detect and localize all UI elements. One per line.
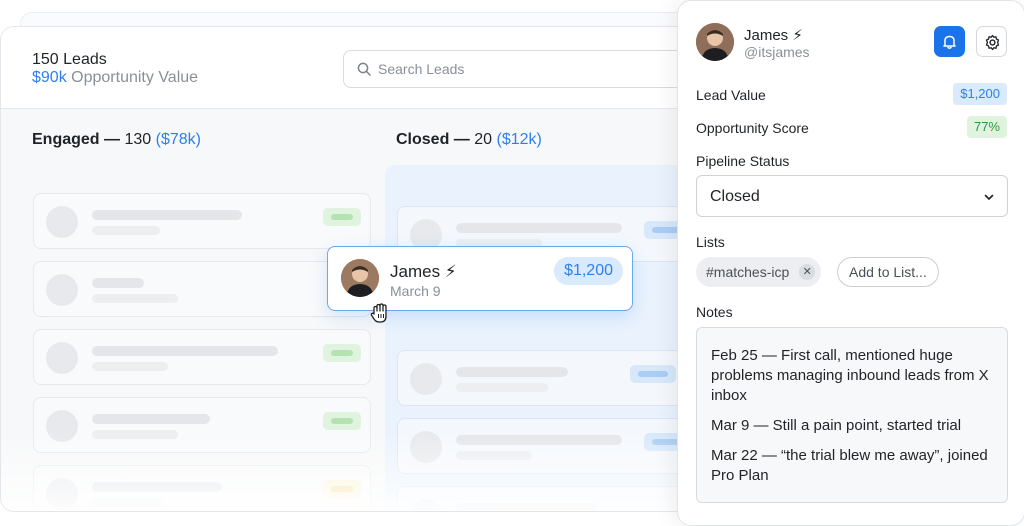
text-placeholder (92, 210, 242, 220)
gear-icon (985, 34, 1000, 51)
column-count: 130 (124, 131, 152, 148)
lead-value-label: Lead Value (696, 87, 766, 103)
leads-count: 150 Leads (32, 51, 107, 68)
list-tag-label: #matches-icp (706, 264, 790, 280)
lead-name: James ⚡ (390, 262, 457, 281)
bell-icon (943, 35, 956, 49)
avatar-placeholder (410, 363, 442, 395)
note-entry: Mar 9 — Still a pain point, started tria… (711, 417, 962, 434)
column-amount: ($12k) (496, 131, 542, 148)
lead-card-placeholder[interactable] (33, 193, 371, 249)
bottom-fade (1, 431, 719, 511)
value-pill-placeholder (323, 344, 361, 362)
remove-tag-icon[interactable]: ✕ (799, 264, 816, 280)
avatar (696, 23, 734, 61)
opportunity-label: Opportunity Value (71, 69, 199, 86)
settings-button[interactable] (976, 26, 1007, 57)
opportunity-value: $90k Opportunity Value (32, 69, 198, 87)
avatar-photo (696, 23, 734, 61)
pipeline-status-select[interactable]: Closed (696, 175, 1008, 217)
avatar-placeholder (46, 206, 78, 238)
note-entry: Feb 25 — First call, mentioned huge prob… (711, 347, 989, 404)
board-header: 150 Leads $90k Opportunity Value Search … (1, 27, 719, 109)
notes-label: Notes (696, 304, 733, 320)
avatar-placeholder (46, 274, 78, 306)
add-to-list-button[interactable]: Add to List... (837, 257, 939, 287)
opportunity-score-badge: 77% (966, 116, 1007, 138)
list-tag: #matches-icp ✕ (696, 257, 822, 287)
column-label: Closed — (396, 131, 470, 148)
text-placeholder (456, 223, 622, 233)
search-placeholder: Search Leads (378, 61, 465, 77)
column-count: 20 (474, 131, 493, 148)
column-title-engaged: Engaged — 130 ($78k) (32, 131, 201, 149)
column-amount: ($78k) (155, 131, 201, 148)
text-placeholder (92, 278, 144, 288)
search-input[interactable]: Search Leads (343, 50, 719, 88)
lead-card-placeholder[interactable] (397, 350, 719, 406)
note-entry: Mar 22 — “the trial blew me away”, joine… (711, 447, 988, 484)
user-name: James ⚡ (744, 27, 803, 44)
lead-detail-panel: James ⚡ @itsjames Lead Value $1,200 Oppo… (677, 0, 1024, 526)
chevron-down-icon (984, 194, 994, 200)
text-placeholder (456, 367, 568, 377)
notifications-button[interactable] (934, 26, 965, 57)
search-icon (357, 62, 371, 76)
value-pill-placeholder (630, 365, 676, 383)
text-placeholder (92, 226, 160, 235)
text-placeholder (92, 294, 178, 303)
column-label: Engaged — (32, 131, 121, 148)
lead-card-placeholder[interactable] (33, 329, 371, 385)
text-placeholder (92, 346, 278, 356)
pipeline-status-value: Closed (710, 188, 760, 205)
avatar (341, 259, 379, 297)
lead-value-badge: $1,200 (953, 83, 1007, 105)
notes-textarea[interactable]: Feb 25 — First call, mentioned huge prob… (696, 327, 1008, 503)
text-placeholder (92, 362, 168, 371)
lead-value-badge: $1,200 (554, 257, 623, 285)
column-title-closed: Closed — 20 ($12k) (396, 131, 542, 149)
avatar-placeholder (46, 342, 78, 374)
lead-card-placeholder[interactable] (33, 261, 371, 317)
user-handle: @itsjames (744, 44, 810, 60)
opportunity-score-label: Opportunity Score (696, 120, 809, 136)
value-pill-placeholder (323, 412, 361, 430)
lists-label: Lists (696, 234, 725, 250)
value-pill-placeholder (323, 208, 361, 226)
text-placeholder (456, 383, 548, 392)
text-placeholder (92, 414, 210, 424)
lead-date: March 9 (390, 283, 441, 299)
pipeline-status-label: Pipeline Status (696, 153, 790, 169)
opportunity-amount: $90k (32, 69, 67, 86)
grab-hand-cursor-icon (370, 303, 387, 323)
avatar-photo (341, 259, 379, 297)
